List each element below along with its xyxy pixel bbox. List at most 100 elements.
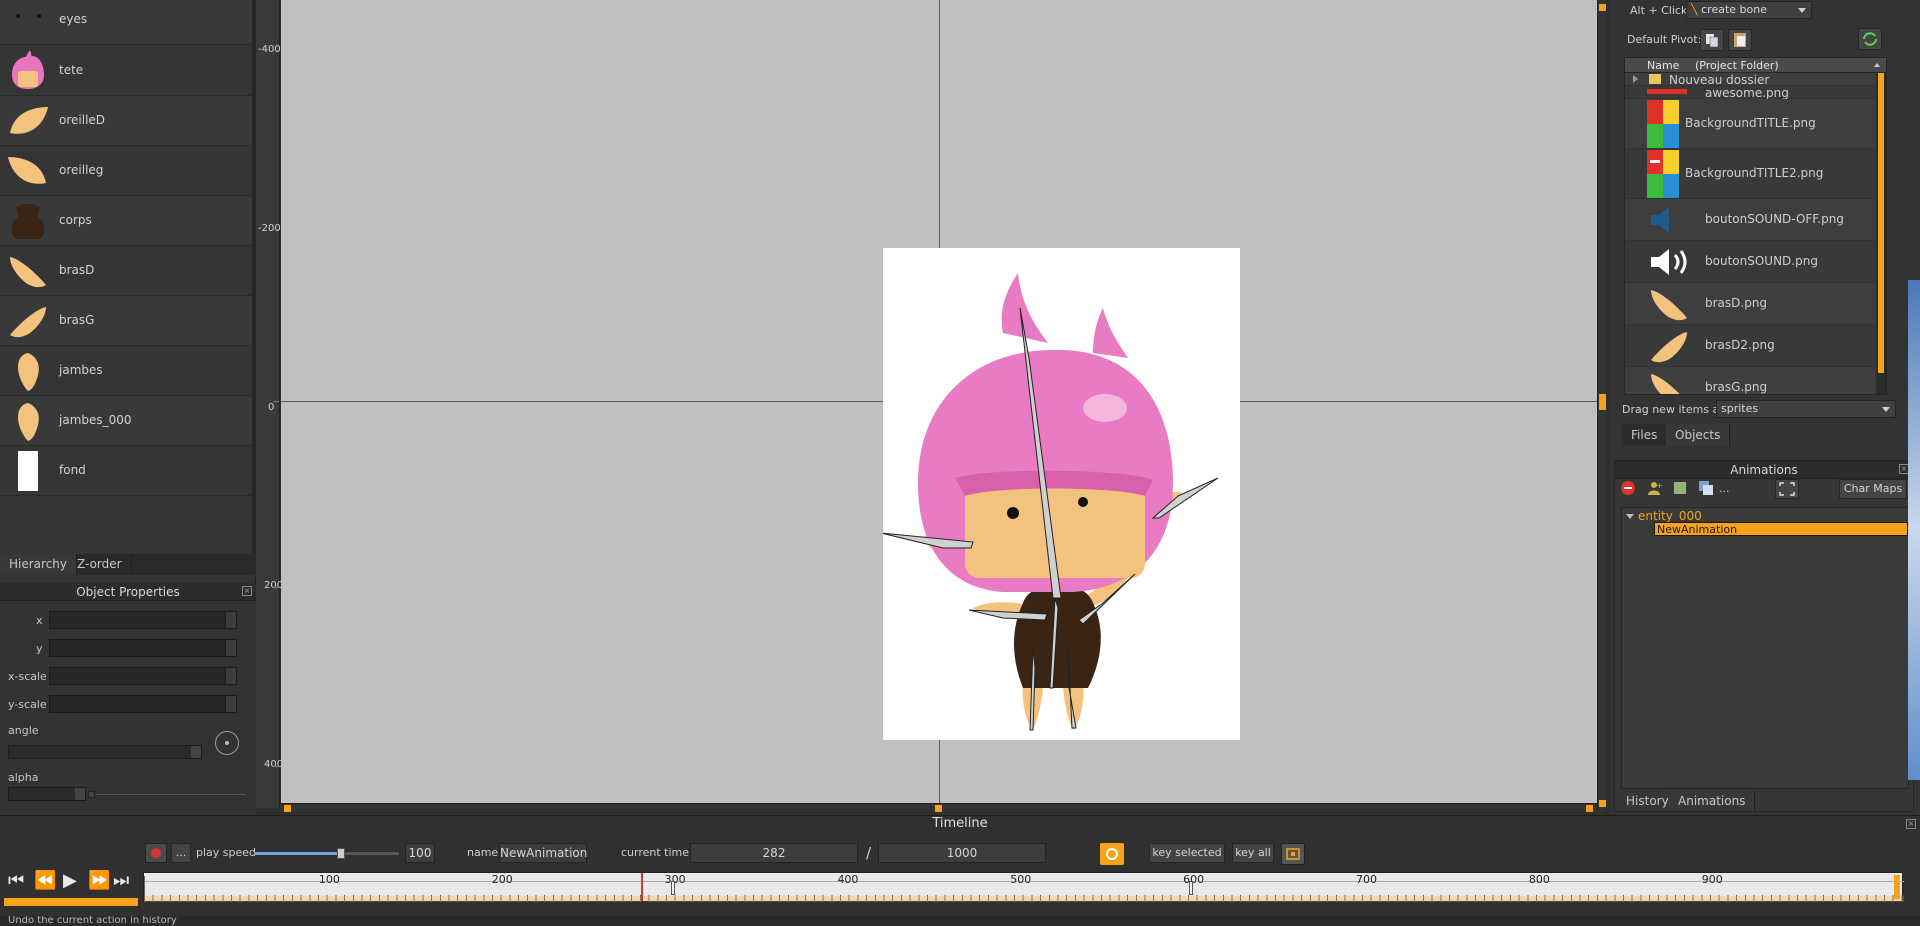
fit-view-icon[interactable] bbox=[1775, 479, 1799, 499]
total-time-field[interactable]: 1000 bbox=[878, 843, 1046, 863]
close-icon[interactable]: × bbox=[1906, 819, 1916, 829]
xscale-field[interactable] bbox=[49, 667, 237, 685]
file-row[interactable]: BackgroundTITLE2.png bbox=[1625, 149, 1875, 199]
last-frame-icon[interactable]: ⏭ bbox=[113, 870, 129, 891]
files-tabs: Files Objects bbox=[1622, 424, 1731, 446]
object-properties-title: Object Properties bbox=[0, 583, 256, 601]
altclick-combo[interactable]: ╲ create bone bbox=[1686, 1, 1812, 19]
sprite-row-brasg[interactable]: brasG bbox=[0, 296, 252, 346]
current-time-field[interactable]: 282 bbox=[690, 843, 858, 863]
keyframe-options-icon[interactable] bbox=[1281, 843, 1305, 865]
sprite-row-oreilled[interactable]: oreilleD bbox=[0, 96, 252, 146]
alpha-handle[interactable] bbox=[88, 791, 95, 798]
timeline-tick-label: 400 bbox=[837, 873, 859, 886]
file-row[interactable]: boutonSOUND.png bbox=[1625, 241, 1875, 283]
more-options[interactable]: ... bbox=[1719, 482, 1730, 495]
sprite-row-tete[interactable]: tete bbox=[0, 46, 252, 96]
timeline-tick-label: 300 bbox=[664, 873, 686, 886]
spin-icon[interactable] bbox=[225, 696, 236, 712]
slider-handle[interactable] bbox=[337, 848, 345, 859]
collapse-icon[interactable] bbox=[1626, 514, 1634, 519]
tab-animations[interactable]: Animations bbox=[1669, 791, 1756, 811]
tab-files[interactable]: Files bbox=[1622, 424, 1668, 446]
range-end-handle[interactable] bbox=[1894, 875, 1900, 899]
tab-hierarchy[interactable]: Hierarchy bbox=[0, 554, 78, 575]
play-speed-value[interactable]: 100 bbox=[405, 843, 435, 863]
drag-as-combo[interactable]: sprites bbox=[1716, 400, 1896, 418]
previous-frame-icon[interactable]: ⏪ bbox=[34, 870, 56, 891]
angle-dial[interactable] bbox=[215, 731, 239, 755]
sprite-row-corps[interactable]: corps bbox=[0, 196, 252, 246]
sprite-row-oreilleg[interactable]: oreilleg bbox=[0, 146, 252, 196]
entity-item[interactable]: entity_000 bbox=[1638, 509, 1702, 523]
timeline-zoom-bar[interactable] bbox=[4, 898, 138, 906]
sprite-row-fond[interactable]: fond bbox=[0, 446, 252, 496]
key-all-button[interactable]: key all bbox=[1232, 843, 1274, 863]
file-row-folder[interactable]: Nouveau dossier bbox=[1625, 73, 1875, 87]
yscale-field[interactable] bbox=[49, 695, 237, 713]
files-scrollbar[interactable] bbox=[1876, 73, 1886, 394]
key-selected-button[interactable]: key selected bbox=[1149, 843, 1225, 863]
character-artboard[interactable] bbox=[880, 248, 1240, 740]
tab-objects[interactable]: Objects bbox=[1666, 424, 1731, 446]
angle-slider[interactable] bbox=[8, 745, 202, 759]
sprite-row-jambes-000[interactable]: jambes_000 bbox=[0, 396, 252, 446]
alpha-slider[interactable] bbox=[8, 787, 86, 801]
file-row[interactable]: brasG.png bbox=[1625, 367, 1875, 394]
char-maps-button[interactable]: Char Maps bbox=[1839, 479, 1907, 499]
file-row[interactable]: boutonSOUND-OFF.png bbox=[1625, 199, 1875, 241]
sprite-row-brasd[interactable]: brasD bbox=[0, 246, 252, 296]
sprite-label: corps bbox=[59, 213, 92, 227]
copy-pivot-icon[interactable] bbox=[1700, 29, 1724, 51]
add-animation-icon[interactable]: + bbox=[1671, 479, 1691, 499]
y-field[interactable] bbox=[49, 639, 237, 657]
first-frame-icon[interactable]: ⏮ bbox=[8, 870, 24, 891]
alpha-label: alpha bbox=[8, 771, 39, 784]
sprite-row-jambes[interactable]: jambes bbox=[0, 346, 252, 396]
expand-icon[interactable] bbox=[1633, 75, 1638, 83]
play-icon[interactable]: ▶ bbox=[63, 870, 77, 891]
x-field[interactable] bbox=[49, 611, 237, 629]
file-row[interactable]: awesome.png bbox=[1625, 86, 1875, 100]
files-scroll-thumb[interactable] bbox=[1878, 73, 1884, 373]
more-button[interactable]: ... bbox=[171, 843, 191, 863]
delete-animation-icon[interactable] bbox=[1619, 479, 1639, 499]
add-entity-icon[interactable]: + bbox=[1645, 479, 1665, 499]
duplicate-animation-icon[interactable] bbox=[1697, 479, 1717, 499]
paste-pivot-icon[interactable] bbox=[1728, 29, 1752, 51]
canvas-vertical-scrollbar[interactable] bbox=[1597, 0, 1606, 811]
keyframe-marker[interactable] bbox=[670, 881, 675, 895]
close-icon[interactable]: × bbox=[242, 586, 252, 596]
spin-icon[interactable] bbox=[225, 668, 236, 684]
playhead[interactable] bbox=[641, 873, 644, 901]
sprite-label: jambes_000 bbox=[59, 413, 132, 427]
scroll-marker-left[interactable] bbox=[284, 805, 291, 812]
character-sprite[interactable] bbox=[880, 248, 1240, 740]
sprite-row-eyes[interactable]: eyes bbox=[0, 0, 252, 45]
scroll-marker-center[interactable] bbox=[935, 805, 942, 812]
animation-item[interactable]: NewAnimation bbox=[1654, 522, 1908, 536]
slider-handle[interactable] bbox=[75, 788, 85, 800]
animation-name-field[interactable]: NewAnimation bbox=[499, 843, 587, 863]
column-name[interactable]: Name bbox=[1647, 59, 1679, 72]
file-row[interactable]: BackgroundTITLE.png bbox=[1625, 99, 1875, 149]
timeline-ruler[interactable]: 100 200 300 400 500 600 700 800 900 bbox=[143, 872, 1904, 902]
scroll-marker-right[interactable] bbox=[1586, 805, 1593, 812]
refresh-icon[interactable] bbox=[1858, 28, 1882, 50]
column-folder[interactable]: (Project Folder) bbox=[1695, 59, 1779, 72]
record-icon[interactable] bbox=[145, 843, 167, 863]
play-speed-slider[interactable] bbox=[254, 848, 399, 859]
spin-icon[interactable] bbox=[225, 640, 236, 656]
file-row[interactable]: brasD.png bbox=[1625, 283, 1875, 325]
keyframe-marker[interactable] bbox=[1189, 881, 1194, 895]
file-row[interactable]: brasD2.png bbox=[1625, 325, 1875, 367]
slider-handle[interactable] bbox=[191, 746, 201, 758]
next-frame-icon[interactable]: ⏩ bbox=[88, 870, 110, 891]
loop-icon[interactable] bbox=[1100, 843, 1124, 865]
tab-zorder[interactable]: Z-order bbox=[68, 554, 132, 575]
canvas-horizontal-scrollbar[interactable] bbox=[280, 803, 1601, 812]
scroll-marker-top[interactable] bbox=[1599, 4, 1606, 11]
spin-icon[interactable] bbox=[225, 612, 236, 628]
scroll-marker-bottom[interactable] bbox=[1599, 800, 1606, 807]
scroll-marker-middle[interactable] bbox=[1599, 394, 1606, 410]
